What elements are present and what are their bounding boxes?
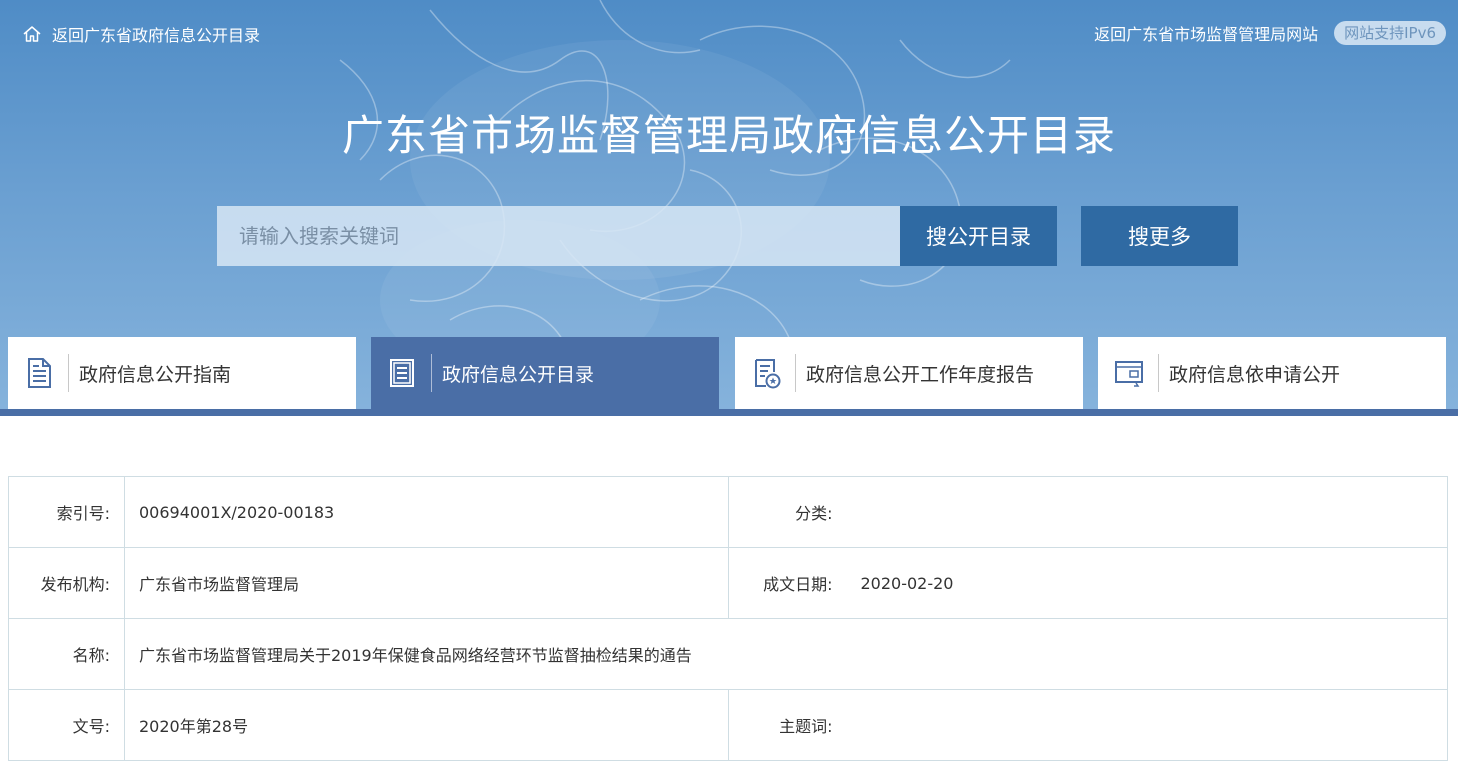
back-to-catalog-link[interactable]: 返回广东省政府信息公开目录 bbox=[22, 22, 260, 46]
publisher-label: 发布机构: bbox=[8, 547, 125, 619]
tab-separator bbox=[795, 354, 796, 392]
topbar-right: 返回广东省市场监督管理局网站 网站支持IPv6 bbox=[1094, 20, 1446, 46]
tab-apply-disclosure[interactable]: 政府信息依申请公开 bbox=[1098, 337, 1446, 409]
doc-no-label: 文号: bbox=[8, 689, 125, 761]
search-bar: 搜公开目录 搜更多 bbox=[217, 206, 1238, 266]
tab-annual-report-label: 政府信息公开工作年度报告 bbox=[806, 363, 1035, 386]
publisher-value: 广东省市场监督管理局 bbox=[124, 547, 729, 619]
page-title: 广东省市场监督管理局政府信息公开目录 bbox=[341, 111, 1116, 160]
tab-guide-label: 政府信息公开指南 bbox=[79, 363, 232, 386]
keywords-label: 主题词: bbox=[728, 689, 847, 761]
document-lines-icon bbox=[28, 358, 51, 388]
back-to-site-link[interactable]: 返回广东省市场监督管理局网站 bbox=[1094, 21, 1318, 45]
category-label: 分类: bbox=[728, 476, 847, 548]
tab-guide[interactable]: 政府信息公开指南 bbox=[8, 337, 356, 409]
table-row: 索引号: 00694001X/2020-00183 分类: bbox=[8, 476, 1448, 548]
tab-separator bbox=[68, 354, 69, 392]
nav-underline bbox=[0, 409, 1458, 416]
header-banner: 返回广东省政府信息公开目录 返回广东省市场监督管理局网站 网站支持IPv6 广东… bbox=[0, 0, 1458, 416]
index-label: 索引号: bbox=[8, 476, 125, 548]
search-input[interactable] bbox=[217, 206, 900, 266]
search-more-button[interactable]: 搜更多 bbox=[1081, 206, 1238, 266]
category-value bbox=[846, 476, 1448, 548]
date-value: 2020-02-20 bbox=[846, 547, 1448, 619]
tab-catalog-label: 政府信息公开目录 bbox=[442, 363, 595, 386]
nav-tabs: 政府信息公开指南 政府信息公开目录 政府信息公开工作年度报告 政府信息依申请公开 bbox=[0, 337, 1458, 409]
tab-annual-report[interactable]: 政府信息公开工作年度报告 bbox=[735, 337, 1083, 409]
doc-no-value: 2020年第28号 bbox=[124, 689, 729, 761]
table-row: 名称: 广东省市场监督管理局关于2019年保健食品网络经营环节监督抽检结果的通告 bbox=[8, 618, 1448, 690]
index-value: 00694001X/2020-00183 bbox=[124, 476, 729, 548]
tab-catalog[interactable]: 政府信息公开目录 bbox=[371, 337, 719, 409]
home-icon bbox=[23, 26, 41, 42]
report-badge-icon bbox=[755, 359, 781, 389]
date-label: 成文日期: bbox=[728, 547, 847, 619]
keywords-value bbox=[846, 689, 1448, 761]
record-info-table: 索引号: 00694001X/2020-00183 分类: 发布机构: 广东省市… bbox=[8, 476, 1448, 761]
back-to-catalog-label: 返回广东省政府信息公开目录 bbox=[52, 26, 261, 45]
tab-apply-disclosure-label: 政府信息依申请公开 bbox=[1169, 363, 1341, 386]
tab-separator bbox=[1158, 354, 1159, 392]
application-screen-icon bbox=[1115, 361, 1143, 387]
catalog-list-icon bbox=[390, 359, 414, 387]
table-row: 文号: 2020年第28号 主题词: bbox=[8, 689, 1448, 761]
tab-separator bbox=[431, 354, 432, 392]
search-catalog-button[interactable]: 搜公开目录 bbox=[900, 206, 1057, 266]
name-label: 名称: bbox=[8, 618, 125, 690]
ipv6-badge: 网站支持IPv6 bbox=[1334, 21, 1446, 45]
table-row: 发布机构: 广东省市场监督管理局 成文日期: 2020-02-20 bbox=[8, 547, 1448, 619]
name-value: 广东省市场监督管理局关于2019年保健食品网络经营环节监督抽检结果的通告 bbox=[124, 618, 1448, 690]
